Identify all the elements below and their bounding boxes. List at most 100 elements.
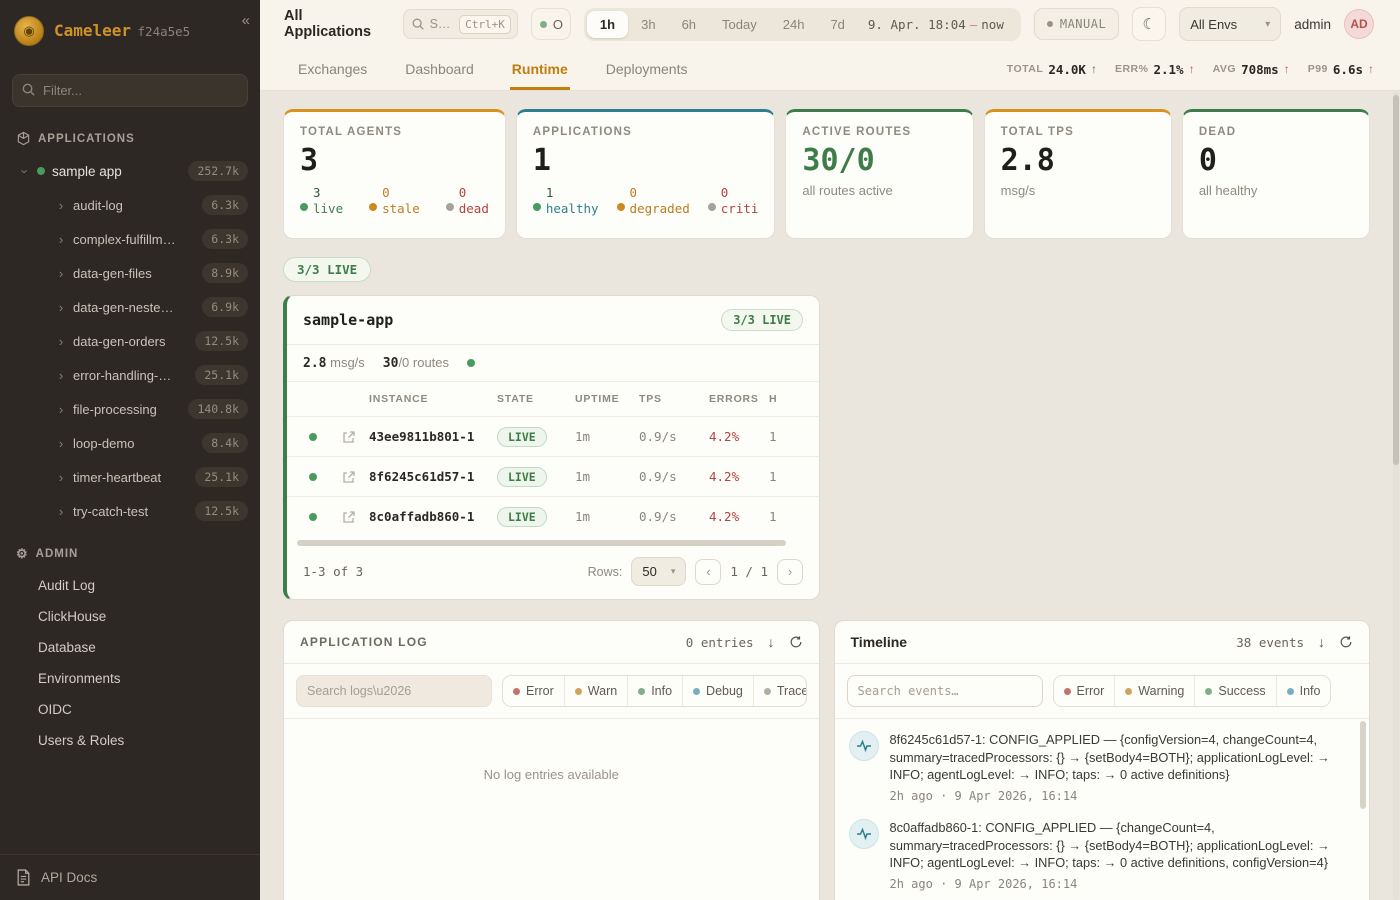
filter-chip-error[interactable]: Error bbox=[1054, 676, 1115, 706]
gear-icon: ⚙ bbox=[16, 546, 29, 562]
sidebar-item-sample-app[interactable]: › sample app 252.7k bbox=[0, 154, 260, 188]
table-row[interactable]: 43ee9811b801-1 LIVE 1m 0.9/s 4.2% 1 bbox=[287, 416, 819, 456]
document-icon bbox=[16, 869, 31, 886]
external-link-icon[interactable] bbox=[329, 430, 369, 444]
filter-chip-success[interactable]: Success bbox=[1194, 676, 1275, 706]
download-icon[interactable]: ↓ bbox=[1318, 634, 1325, 650]
instances-table: INSTANCE STATE UPTIME TPS ERRORS H 43ee9… bbox=[287, 382, 819, 546]
up-arrow-icon: ↑ bbox=[1189, 62, 1195, 76]
sidebar-item-route[interactable]: ›complex-fulfillm…6.3k bbox=[0, 222, 260, 256]
window-scrollbar-thumb[interactable] bbox=[1393, 95, 1399, 465]
refresh-icon[interactable] bbox=[1339, 635, 1353, 649]
env-select[interactable]: All Envs ▾ bbox=[1179, 7, 1281, 41]
sidebar-item-audit-log[interactable]: Audit Log bbox=[0, 570, 260, 601]
event-message: 8c0affadb860-1: CONFIG_APPLIED — {change… bbox=[890, 819, 1356, 872]
sidebar-item-route[interactable]: ›audit-log6.3k bbox=[0, 188, 260, 222]
level-dot bbox=[764, 688, 771, 695]
moon-icon: ☾ bbox=[1142, 15, 1155, 33]
sidebar-item-route[interactable]: ›data-gen-orders12.5k bbox=[0, 324, 260, 358]
filter-chip-debug[interactable]: Debug bbox=[682, 676, 753, 706]
sidebar-item-route[interactable]: ›file-processing140.8k bbox=[0, 392, 260, 426]
live-badge: 3/3 LIVE bbox=[721, 309, 803, 331]
manual-refresh-button[interactable]: MANUAL bbox=[1034, 8, 1119, 40]
tab-dashboard[interactable]: Dashboard bbox=[403, 49, 476, 90]
sidebar-item-clickhouse[interactable]: ClickHouse bbox=[0, 601, 260, 632]
up-arrow-icon: ↑ bbox=[1284, 62, 1290, 76]
sidebar-item-environments[interactable]: Environments bbox=[0, 663, 260, 694]
sidebar-item-route[interactable]: ›error-handling-…25.1k bbox=[0, 358, 260, 392]
event-timestamp: 2h ago · 9 Apr 2026, 16:14 bbox=[890, 789, 1356, 803]
avatar[interactable]: AD bbox=[1344, 9, 1374, 39]
sidebar-collapse-icon[interactable]: « bbox=[242, 12, 250, 29]
table-header: INSTANCE STATE UPTIME TPS ERRORS H bbox=[287, 382, 819, 416]
live-filter-badge[interactable]: 3/3 LIVE bbox=[283, 257, 371, 282]
tabs-bar: Exchanges Dashboard Runtime Deployments … bbox=[260, 48, 1400, 91]
state-badge: LIVE bbox=[497, 467, 547, 487]
events-search-input[interactable] bbox=[847, 675, 1043, 707]
panel-title: Timeline bbox=[851, 634, 908, 650]
throughput: 2.8 msg/s bbox=[303, 355, 365, 371]
sidebar-item-users-roles[interactable]: Users & Roles bbox=[0, 725, 260, 756]
search-input[interactable] bbox=[430, 17, 458, 31]
sidebar-item-route[interactable]: ›data-gen-files8.9k bbox=[0, 256, 260, 290]
search-shortcut: Ctrl+K bbox=[459, 15, 511, 34]
timeline-event[interactable]: 8c0affadb860-1: CONFIG_APPLIED — {change… bbox=[849, 819, 1356, 891]
external-link-icon[interactable] bbox=[329, 510, 369, 524]
panel-scrollbar[interactable] bbox=[1360, 721, 1366, 809]
sidebar-item-route[interactable]: ›timer-heartbeat25.1k bbox=[0, 460, 260, 494]
prev-page-button[interactable]: ‹ bbox=[695, 559, 721, 585]
kpi-value: 3 bbox=[300, 144, 489, 177]
range-7d[interactable]: 7d bbox=[817, 11, 857, 38]
range-6h[interactable]: 6h bbox=[669, 11, 709, 38]
routes-count: 30/0 routes bbox=[383, 355, 449, 371]
tab-deployments[interactable]: Deployments bbox=[604, 49, 690, 90]
table-row[interactable]: 8c0affadb860-1 LIVE 1m 0.9/s 4.2% 1 bbox=[287, 496, 819, 536]
range-24h[interactable]: 24h bbox=[770, 11, 818, 38]
sidebar-item-database[interactable]: Database bbox=[0, 632, 260, 663]
next-page-button[interactable]: › bbox=[777, 559, 803, 585]
filter-chip-warning[interactable]: Warning bbox=[1114, 676, 1194, 706]
app-label: sample app bbox=[52, 164, 122, 179]
level-dot bbox=[513, 688, 520, 695]
kpi-value: 1 bbox=[533, 144, 759, 177]
online-status-button[interactable]: O bbox=[531, 8, 571, 40]
download-icon[interactable]: ↓ bbox=[768, 634, 775, 650]
table-row[interactable]: 8f6245c61d57-1 LIVE 1m 0.9/s 4.2% 1 bbox=[287, 456, 819, 496]
chevron-right-icon: › bbox=[56, 266, 66, 281]
up-arrow-icon: ↑ bbox=[1091, 62, 1097, 76]
filter-chip-error[interactable]: Error bbox=[503, 676, 564, 706]
username: admin bbox=[1294, 17, 1331, 32]
sidebar-item-oidc[interactable]: OIDC bbox=[0, 694, 260, 725]
range-1h[interactable]: 1h bbox=[587, 11, 628, 38]
sidebar-item-route[interactable]: ›try-catch-test12.5k bbox=[0, 494, 260, 528]
tab-exchanges[interactable]: Exchanges bbox=[296, 49, 369, 90]
stat-avg: AVG708ms↑ bbox=[1213, 62, 1290, 77]
online-dot bbox=[540, 21, 547, 28]
date-range[interactable]: 9. Apr. 18:04–now bbox=[858, 17, 1018, 32]
log-search-input[interactable] bbox=[296, 675, 492, 707]
filter-input[interactable] bbox=[12, 74, 248, 107]
filter-chip-trace[interactable]: Trace bbox=[753, 676, 807, 706]
kpi-substat: 0dead bbox=[446, 185, 489, 216]
theme-toggle-button[interactable]: ☾ bbox=[1132, 7, 1166, 41]
count-badge: 12.5k bbox=[195, 331, 248, 351]
range-today[interactable]: Today bbox=[709, 11, 770, 38]
table-pagination: 1-3 of 3 Rows: 50▾ ‹ 1 / 1 › bbox=[287, 546, 819, 599]
api-docs-link[interactable]: API Docs bbox=[0, 854, 260, 900]
rows-per-page-select[interactable]: 50▾ bbox=[631, 557, 686, 586]
tab-runtime[interactable]: Runtime bbox=[510, 49, 570, 90]
range-3h[interactable]: 3h bbox=[628, 11, 668, 38]
filter-chip-info[interactable]: Info bbox=[627, 676, 682, 706]
filter-chip-info[interactable]: Info bbox=[1276, 676, 1331, 706]
sidebar-item-route[interactable]: ›data-gen-neste…6.9k bbox=[0, 290, 260, 324]
chevron-right-icon: › bbox=[56, 368, 66, 383]
kpi-total-tps: TOTAL TPS 2.8 msg/s bbox=[984, 109, 1172, 239]
global-search[interactable]: Ctrl+K bbox=[403, 9, 518, 39]
refresh-icon[interactable] bbox=[789, 635, 803, 649]
events-count: 38 events bbox=[1236, 635, 1304, 650]
filter-chip-warn[interactable]: Warn bbox=[564, 676, 627, 706]
status-dot bbox=[309, 473, 317, 481]
external-link-icon[interactable] bbox=[329, 470, 369, 484]
sidebar-item-route[interactable]: ›loop-demo8.4k bbox=[0, 426, 260, 460]
timeline-event[interactable]: 8f6245c61d57-1: CONFIG_APPLIED — {config… bbox=[849, 731, 1356, 803]
